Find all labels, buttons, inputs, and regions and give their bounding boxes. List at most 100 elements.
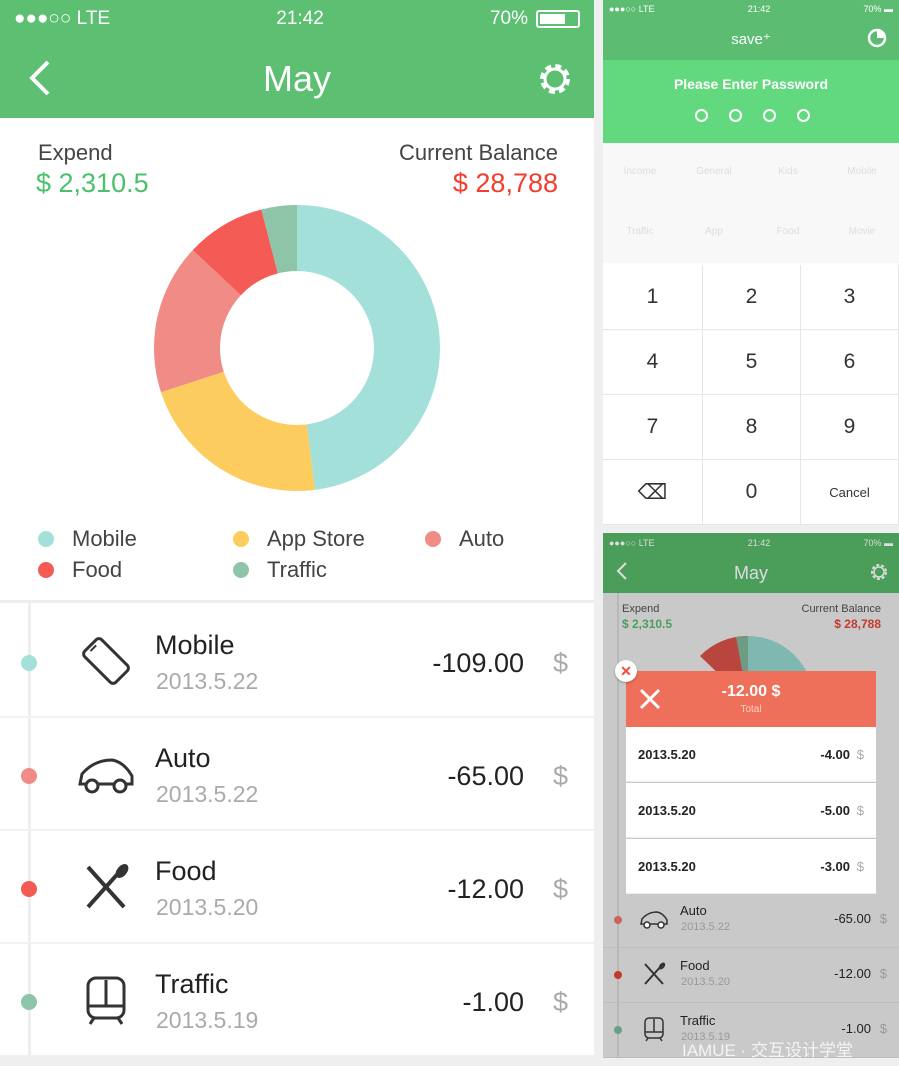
page-title: May (262, 58, 331, 99)
fork-knife-icon (640, 960, 668, 991)
pie-chart-icon (867, 28, 887, 48)
phone-icon (78, 633, 134, 689)
legend-item: App Store (233, 526, 365, 552)
keypad-key[interactable]: Cancel (801, 460, 899, 525)
legend-swatch (425, 531, 441, 547)
popup-total-label: Total (740, 704, 762, 715)
legend-swatch (233, 531, 249, 547)
category-item: Income (623, 166, 657, 177)
detail-date: 2013.5.20 (638, 747, 696, 762)
transaction-amount: -12.00 (834, 966, 871, 981)
keypad-key[interactable]: 7 (603, 395, 703, 460)
keypad-key[interactable]: 8 (703, 395, 801, 460)
transaction-amount: -109.00 (432, 648, 524, 678)
transaction-row[interactable]: Traffic 2013.5.19 -1.00 $ (0, 944, 594, 1057)
balance-value: $ 28,788 (834, 617, 881, 631)
keypad-key[interactable]: 3 (801, 265, 899, 330)
transaction-category: Mobile (155, 630, 235, 660)
transaction-category: Auto (155, 743, 211, 773)
keypad-key[interactable]: 5 (703, 330, 801, 395)
timeline-dot (21, 994, 37, 1010)
status-bar: ●●●○○ LTE 21:42 70% (0, 6, 594, 32)
keypad-key[interactable]: 0 (703, 460, 801, 525)
transaction-row[interactable]: Auto 2013.5.22 -65.00 $ (603, 893, 899, 948)
detail-row[interactable]: 2013.5.20 -5.00 $ (626, 783, 876, 838)
balance-value: $ 28,788 (452, 168, 558, 198)
currency-symbol: $ (879, 1021, 887, 1036)
category-item: Mobile (847, 166, 877, 177)
transaction-row[interactable]: Food 2013.5.20 -12.00 $ (0, 831, 594, 944)
legend-item: Mobile (38, 526, 137, 552)
keypad-key[interactable]: 4 (603, 330, 703, 395)
battery-icon (536, 10, 580, 28)
expend-label: Expend (622, 603, 660, 615)
detail-row[interactable]: 2013.5.20 -3.00 $ (626, 839, 876, 894)
currency-symbol: $ (856, 747, 864, 762)
transaction-row[interactable]: Auto 2013.5.22 -65.00 $ (0, 718, 594, 831)
clock: 21:42 (276, 8, 324, 29)
pin-indicator (695, 109, 810, 122)
keypad-key[interactable]: 6 (801, 330, 899, 395)
category-item: Traffic (626, 226, 654, 237)
battery-percent: 70% (489, 8, 528, 29)
keypad-key[interactable]: 2 (703, 265, 801, 330)
balance-label: Current Balance (399, 140, 558, 165)
stats-button[interactable] (867, 28, 887, 53)
transaction-category: Auto (680, 903, 707, 918)
transaction-amount: -65.00 (447, 761, 524, 791)
timeline-dot (614, 1026, 622, 1034)
timeline-dot (21, 655, 37, 671)
detail-date: 2013.5.20 (638, 859, 696, 874)
legend-label: Food (72, 557, 123, 582)
transaction-amount: -65.00 (834, 911, 871, 926)
divider (0, 600, 594, 603)
currency-symbol: $ (856, 803, 864, 818)
popup-header: -12.00 $ Total (626, 671, 876, 727)
password-screen: ●●●○○ LTE 21:42 70% ▬ save⁺ Please Enter P… (603, 0, 899, 525)
timeline-dot (614, 916, 622, 924)
fork-knife-icon (78, 859, 134, 915)
detail-amount: -4.00 (820, 747, 850, 762)
legend-item: Traffic (233, 557, 327, 583)
transaction-row[interactable]: Mobile 2013.5.22 -109.00 $ (0, 605, 594, 718)
transaction-category: Food (680, 958, 710, 973)
keypad-key[interactable]: 1 (603, 265, 703, 330)
timeline-dot (614, 971, 622, 979)
transaction-row[interactable]: Food 2013.5.20 -12.00 $ (603, 948, 899, 1003)
close-popup-button[interactable]: ✕ (615, 660, 637, 682)
transaction-date: 2013.5.20 (156, 894, 259, 920)
app-title: save⁺ (731, 31, 771, 48)
transaction-date: 2013.5.19 (156, 1007, 259, 1033)
currency-symbol: $ (552, 761, 568, 791)
transaction-date: 2013.5.22 (156, 668, 259, 694)
settings-button[interactable] (869, 562, 889, 587)
donut-slice-app-store[interactable] (160, 371, 315, 491)
keypad-key[interactable]: 9 (801, 395, 899, 460)
detail-date: 2013.5.20 (638, 803, 696, 818)
month-overview-screen: ●●●○○ LTE 21:42 70% May Expend $ 2,310.5… (0, 0, 594, 1057)
signal-indicator: ●●●○○ (14, 8, 72, 29)
faded-category-grid (603, 143, 899, 263)
car-icon (78, 746, 134, 802)
donut-slice-mobile[interactable] (297, 205, 441, 490)
transaction-amount: -1.00 (462, 987, 524, 1017)
legend-swatch (38, 562, 54, 578)
detail-amount: -5.00 (820, 803, 850, 818)
currency-symbol: $ (552, 874, 568, 904)
detail-row[interactable]: 2013.5.20 -4.00 $ (626, 727, 876, 782)
category-item: General (696, 166, 732, 177)
legend-swatch (233, 562, 249, 578)
train-icon (640, 1015, 668, 1046)
gear-icon (871, 564, 887, 580)
keypad-key[interactable]: ⌫ (603, 460, 703, 525)
status-bar: ●●●○○ LTE 21:42 70% ▬ (609, 4, 893, 14)
close-icon: ✕ (620, 662, 632, 679)
transaction-category: Traffic (680, 1013, 716, 1028)
popup-total: -12.00 $ (721, 683, 781, 700)
dimmed-donut (700, 636, 809, 676)
transaction-category: Food (155, 856, 217, 886)
timeline-dot (21, 768, 37, 784)
settings-button[interactable] (534, 58, 576, 100)
transaction-date: 2013.5.20 (681, 976, 730, 988)
legend-label: Auto (459, 526, 505, 551)
